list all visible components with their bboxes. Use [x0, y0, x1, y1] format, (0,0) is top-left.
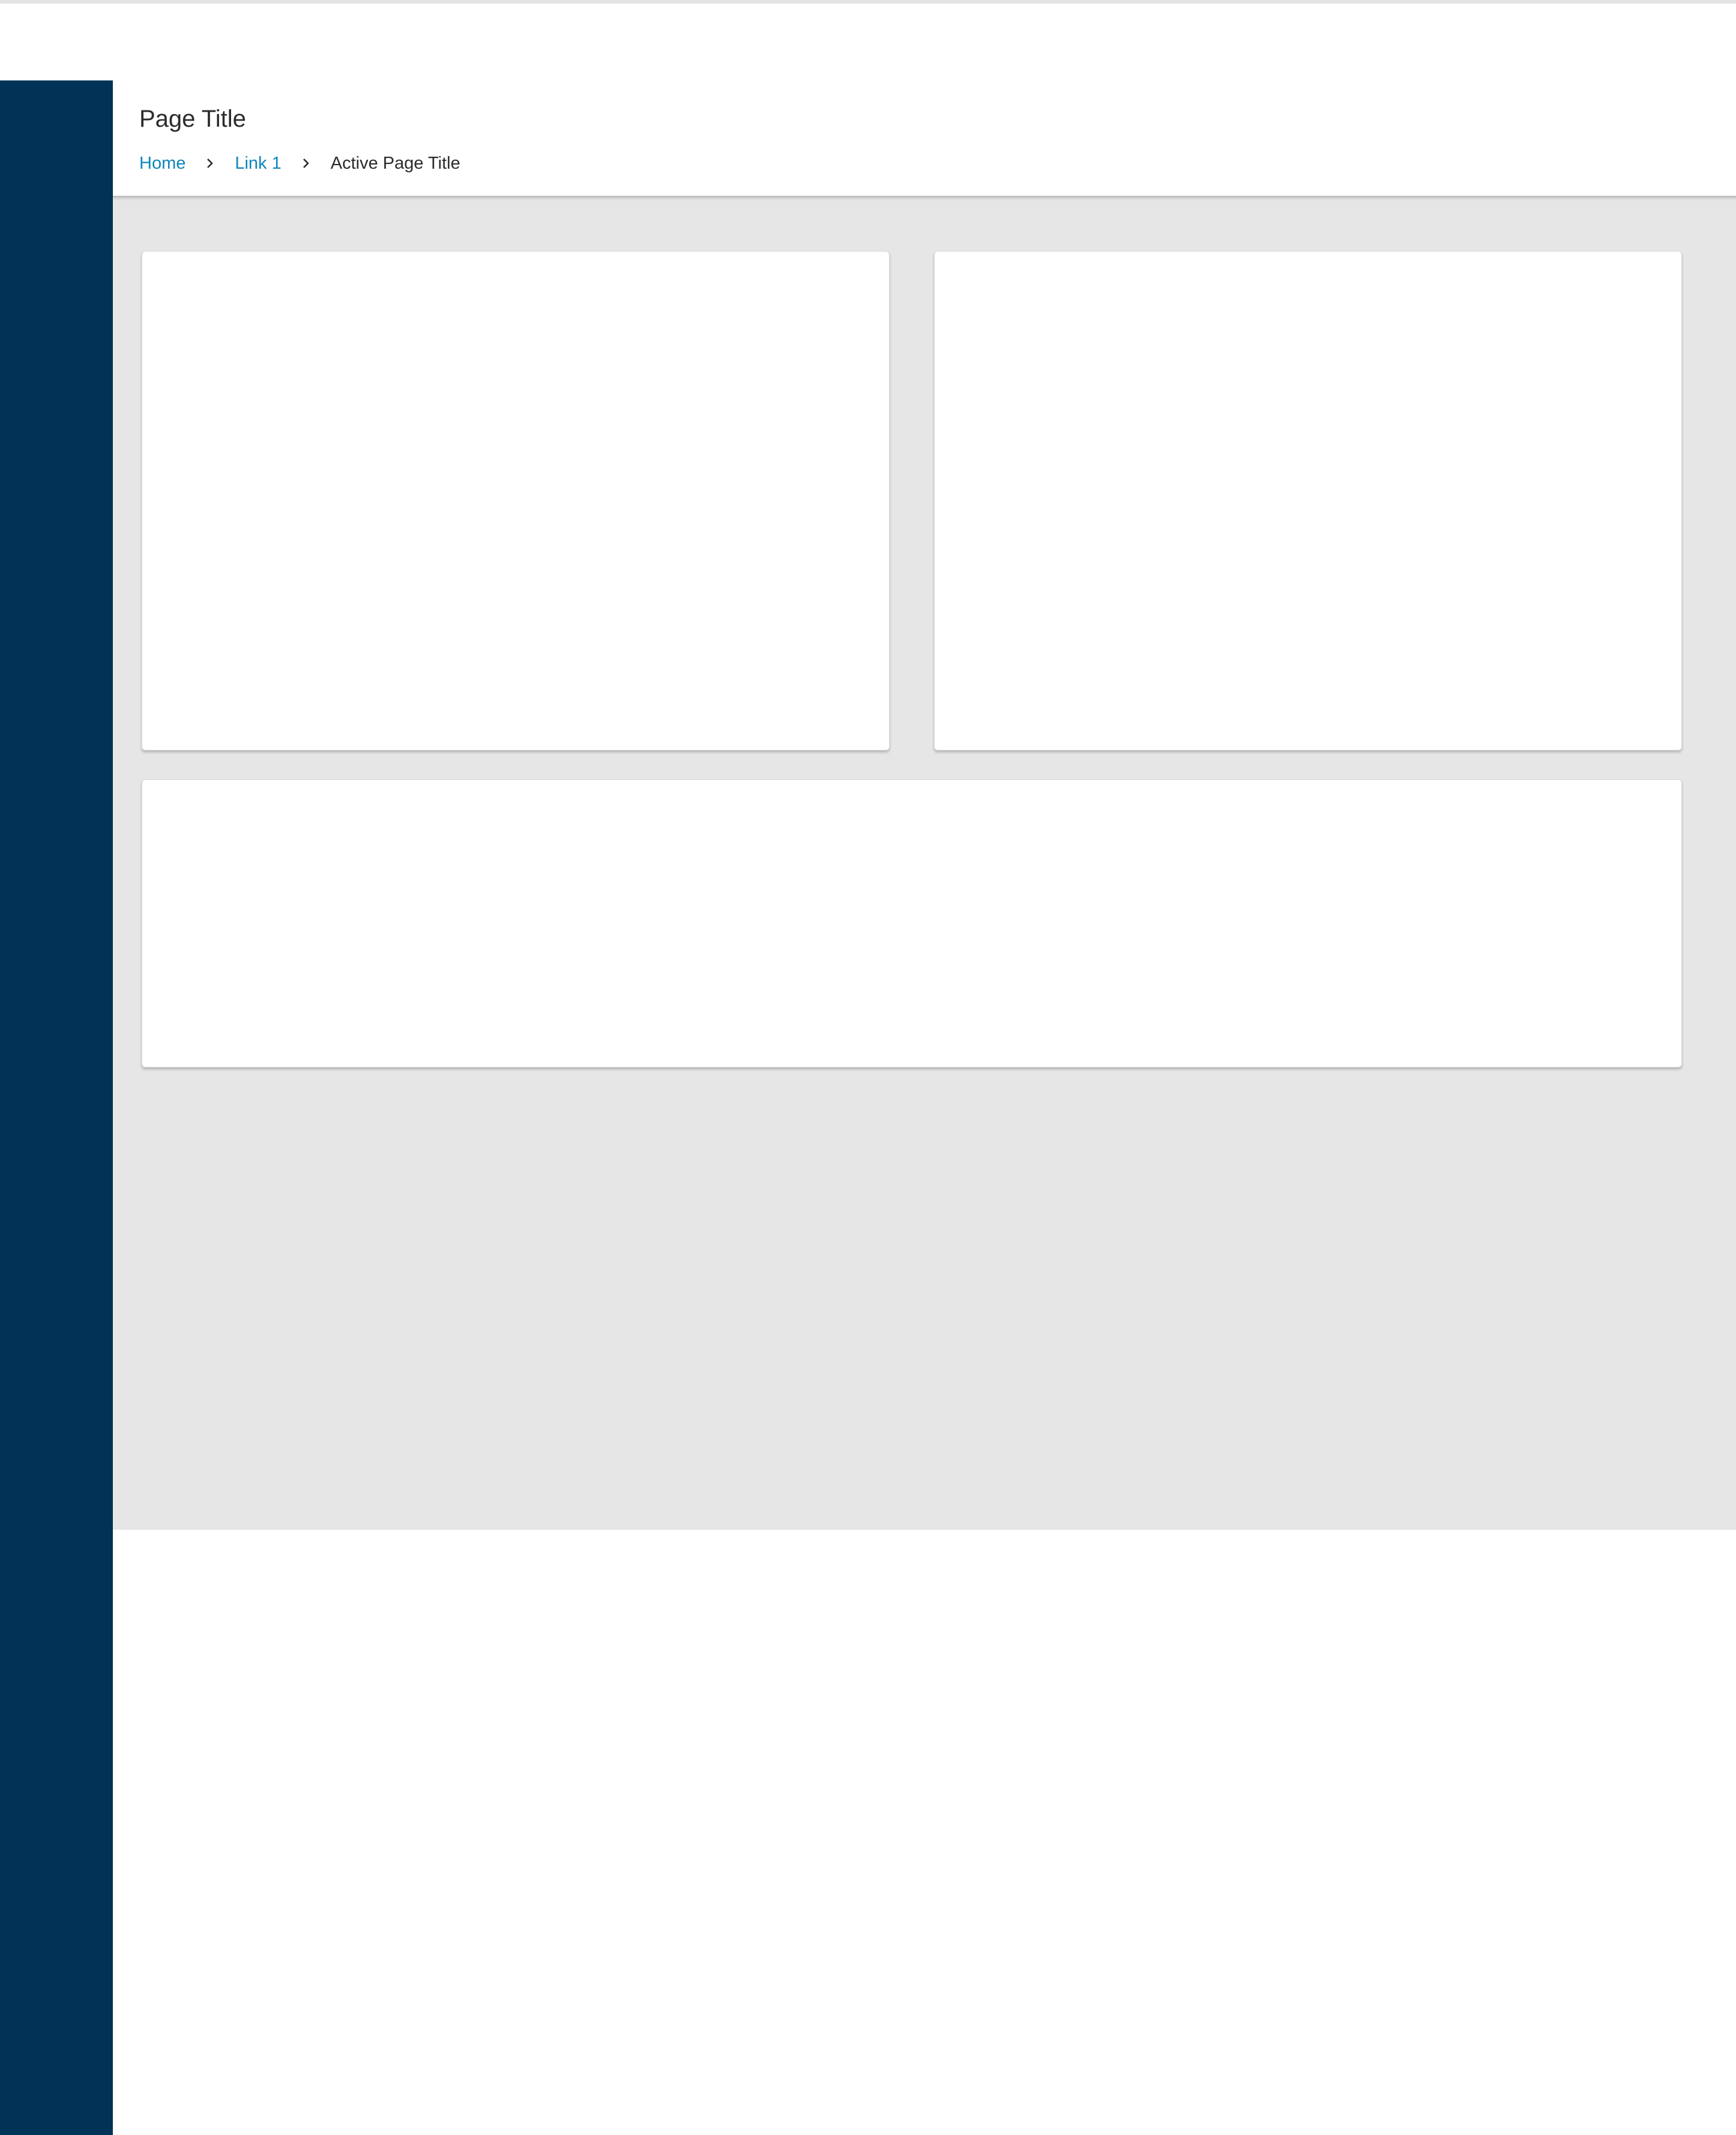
- page-header: Page Title Home Link 1 Active Page Title: [113, 80, 1736, 198]
- card-wide: [142, 779, 1682, 1068]
- breadcrumb: Home Link 1 Active Page Title: [139, 151, 460, 175]
- card-top-left: [142, 251, 890, 750]
- main-content: [113, 196, 1736, 1530]
- breadcrumb-link-1[interactable]: Link 1: [235, 154, 281, 174]
- page-title: Page Title: [139, 106, 246, 132]
- breadcrumb-home-link[interactable]: Home: [139, 154, 185, 174]
- card-top-right: [934, 251, 1682, 750]
- chevron-right-icon: [294, 157, 318, 170]
- breadcrumb-current: Active Page Title: [330, 153, 460, 173]
- sidebar: [0, 80, 113, 2135]
- chevron-right-icon: [198, 157, 222, 170]
- top-bar: [0, 4, 1736, 82]
